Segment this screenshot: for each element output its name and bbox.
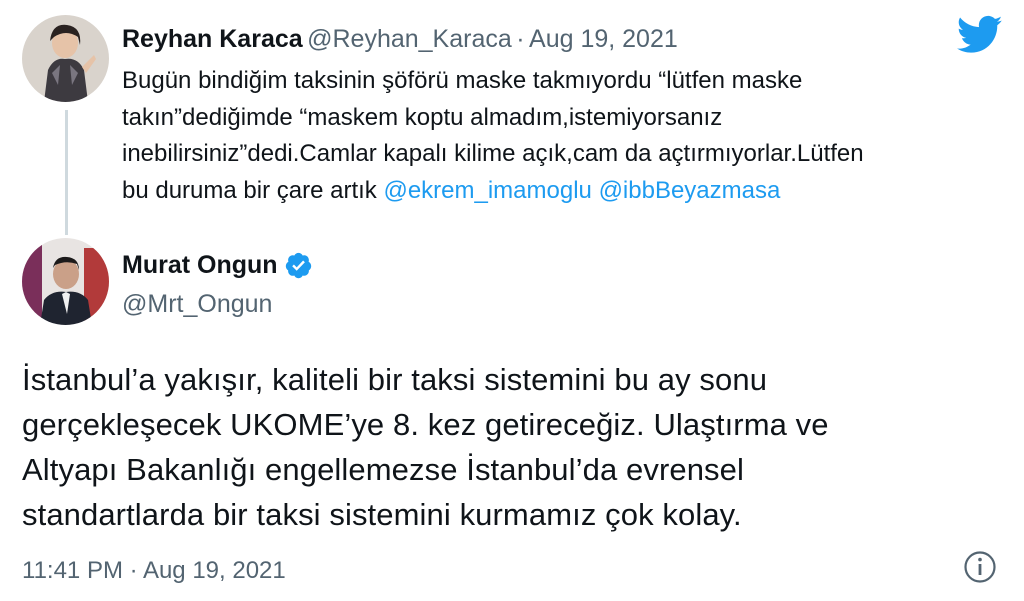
reply-text-line: Altyapı Bakanlığı engellemezse İstanbul’…	[22, 452, 744, 487]
quoted-text-line: inebilirsiniz”dedi.Camlar kapalı kilime …	[122, 140, 864, 167]
quoted-text-line: takın”dediğimde “maskem koptu almadım,is…	[122, 103, 723, 131]
murat-avatar[interactable]	[22, 238, 109, 325]
reply-text-line: gerçekleşecek UKOME’ye 8. kez getireceği…	[22, 407, 829, 442]
mention-ekrem-imamoglu[interactable]: @ekrem_imamoglu	[383, 177, 591, 204]
thread-connector-line	[65, 110, 68, 235]
reply-text-line: İstanbul’a yakışır, kaliteli bir taksi s…	[22, 362, 768, 397]
quoted-separator: ·	[516, 25, 525, 53]
quoted-tweet-header: Reyhan Karaca @Reyhan_Karaca · Aug 19, 2…	[122, 25, 678, 54]
mention-ibb-beyazmasa[interactable]: @ibbBeyazmasa	[599, 177, 781, 204]
info-icon[interactable]	[963, 550, 997, 584]
quoted-tweet-text: Bugün bindiğim taksinin şöförü maske tak…	[122, 63, 922, 209]
reyhan-avatar[interactable]	[22, 15, 109, 102]
reply-timestamp[interactable]: 11:41 PM · Aug 19, 2021	[22, 557, 286, 585]
quoted-display-name[interactable]: Reyhan Karaca	[122, 25, 303, 53]
quoted-text-fragment: bu duruma bir çare artık	[122, 176, 384, 204]
reply-handle[interactable]: @Mrt_Ongun	[122, 290, 272, 319]
quoted-handle[interactable]: @Reyhan_Karaca	[307, 25, 512, 53]
verified-badge-icon	[284, 251, 313, 280]
reply-tweet-header: Murat Ongun	[122, 251, 313, 280]
quoted-text-line: bu duruma bir çare artık @ekrem_imamoglu…	[122, 173, 922, 210]
reply-tweet-text: İstanbul’a yakışır, kaliteli bir taksi s…	[22, 357, 1012, 537]
reply-text-line: standartlarda bir taksi sistemini kurmam…	[22, 497, 742, 532]
quoted-date[interactable]: Aug 19, 2021	[529, 25, 678, 53]
twitter-bird-icon[interactable]	[956, 15, 1003, 55]
reply-display-name[interactable]: Murat Ongun	[122, 251, 278, 280]
quoted-text-line: Bugün bindiğim taksinin şöförü maske tak…	[122, 67, 803, 94]
